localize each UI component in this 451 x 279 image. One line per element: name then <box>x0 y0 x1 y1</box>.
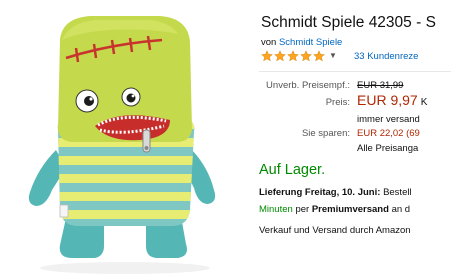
rrp-amount: EUR 31,99 <box>357 80 404 91</box>
star-rating[interactable] <box>261 50 326 62</box>
brand-line: von Schmidt Spiele <box>261 37 342 48</box>
price-value: EUR 9,97 K <box>357 92 427 108</box>
stock-status: Auf Lager. <box>259 162 326 178</box>
delivery-minutes: Minuten <box>259 204 293 215</box>
star-icon <box>313 50 325 62</box>
price-label: Preis: <box>325 97 350 108</box>
delivery-order-text: Bestell <box>383 187 412 198</box>
premium-shipping[interactable]: Premiumversand <box>312 204 389 215</box>
rrp-label: Unverb. Preisempf.: <box>266 80 350 91</box>
delivery-per: per <box>295 204 310 215</box>
caret-down-icon[interactable]: ▼ <box>329 50 337 62</box>
price-amount: EUR 9,97 <box>357 92 418 108</box>
brand-prefix: von <box>261 37 277 48</box>
savings-label: Sie sparen: <box>301 128 350 139</box>
divider <box>259 71 451 72</box>
reviews-link[interactable]: 33 Kundenreze <box>354 51 418 62</box>
star-icon <box>300 50 312 62</box>
delivery-line-2: Minuten per Premiumversand an d <box>259 204 410 215</box>
star-icon <box>261 50 273 62</box>
product-title[interactable]: Schmidt Spiele 42305 - S <box>261 13 436 33</box>
star-icon <box>287 50 299 62</box>
delivery-an: an d <box>391 204 411 215</box>
shipping-note: immer versand <box>357 114 420 125</box>
brand-link[interactable]: Schmidt Spiele <box>279 37 342 48</box>
delivery-line: Lieferung Freitag, 10. Juni: Bestell <box>259 187 412 198</box>
delivery-date: Lieferung Freitag, 10. Juni: <box>259 187 381 198</box>
savings-value: EUR 22,02 (69 <box>357 128 420 139</box>
star-icon <box>274 50 286 62</box>
rrp-value: EUR 31,99 <box>357 80 403 91</box>
seller-info: Verkauf und Versand durch Amazon <box>259 225 411 236</box>
plush-toy-illustration <box>28 16 216 274</box>
price-suffix: K <box>420 97 428 108</box>
product-image[interactable] <box>0 0 250 279</box>
all-prices-note[interactable]: Alle Preisanga <box>357 143 418 154</box>
